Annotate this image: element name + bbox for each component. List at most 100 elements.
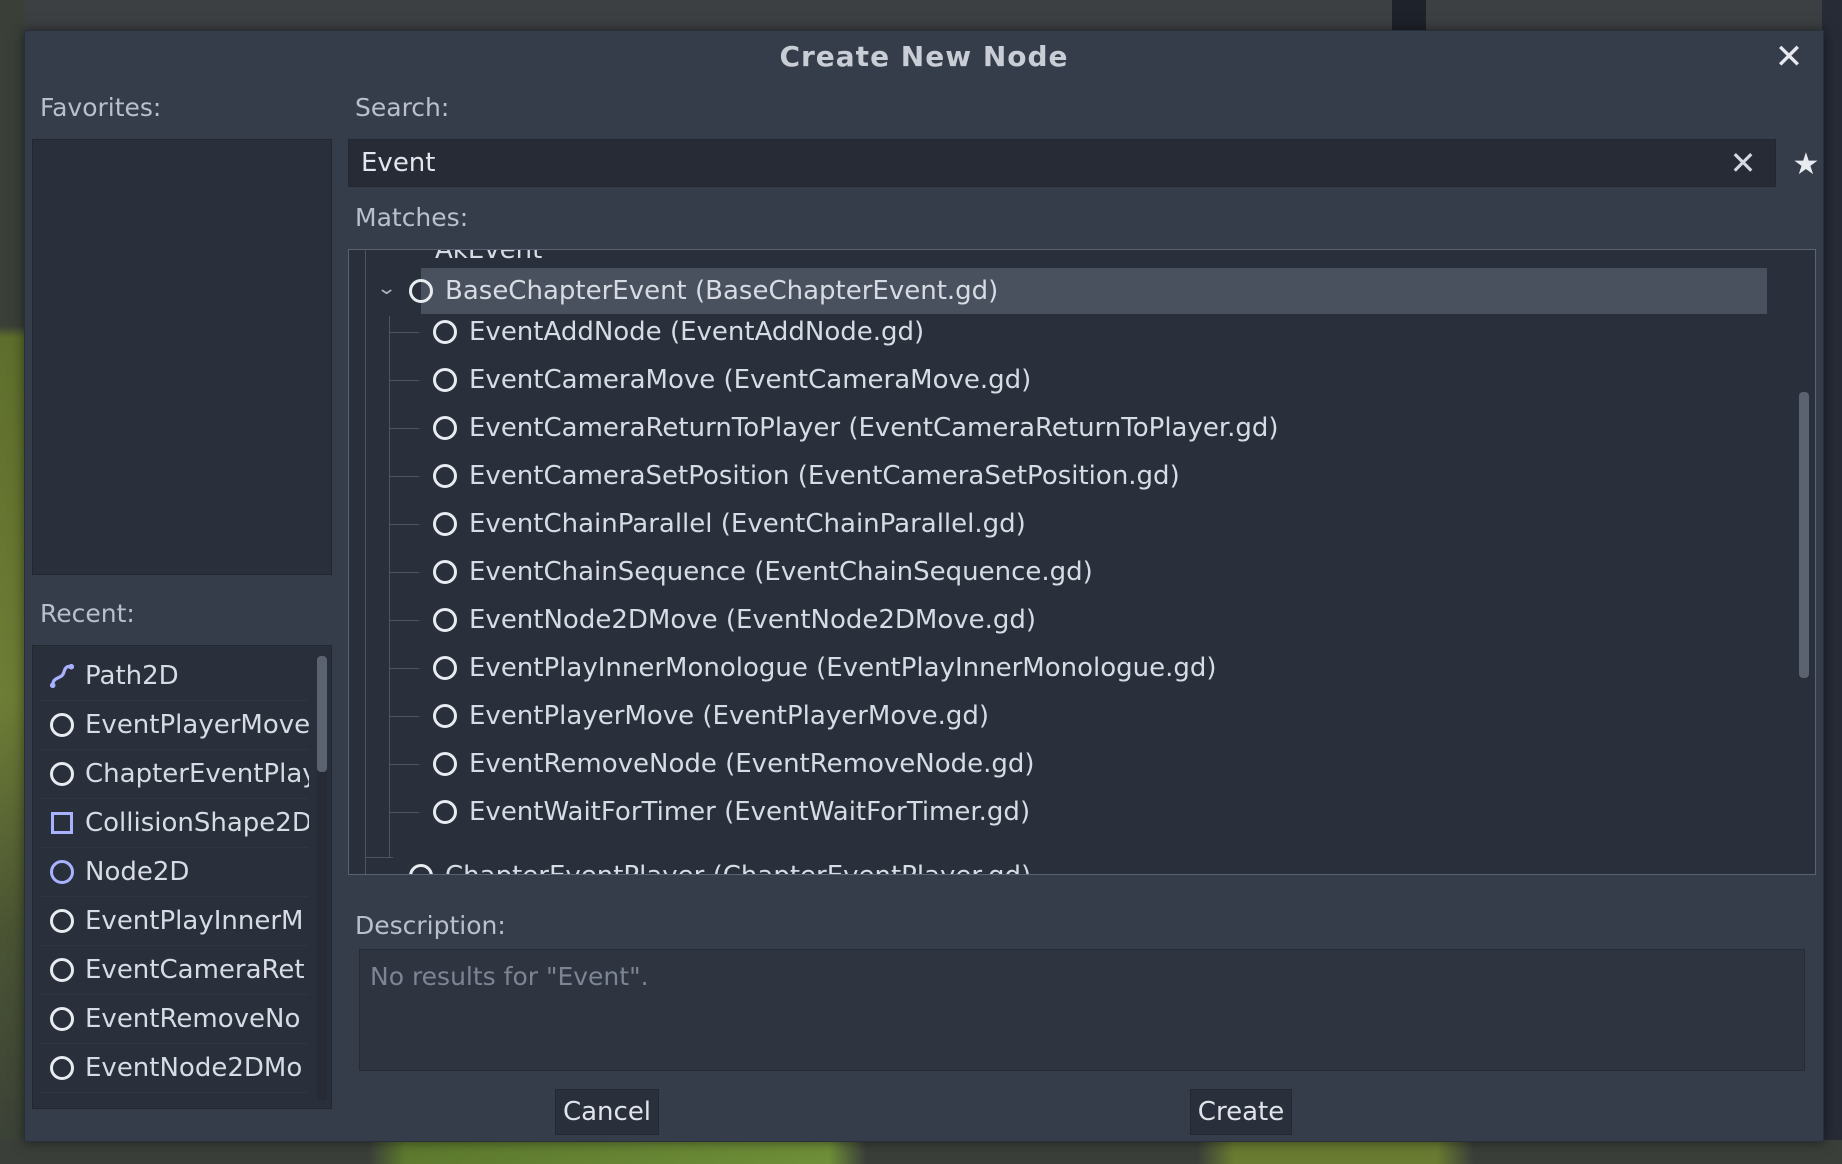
recent-item[interactable]: CollisionShape2D (41, 799, 309, 848)
tree-guide-line (389, 332, 419, 333)
tree-guide-line (389, 620, 419, 621)
script-node-icon (49, 1006, 75, 1032)
collision-shape-icon (49, 810, 75, 836)
tree-guide-line (389, 524, 419, 525)
recent-item-label: ChapterEventPlay (85, 759, 309, 789)
script-node-icon (433, 512, 457, 536)
tree-item-label: AkEvent (435, 249, 543, 265)
script-node-icon (433, 752, 457, 776)
search-label: Search: (355, 93, 450, 122)
tree-item[interactable]: EventAddNode (EventAddNode.gd) (433, 310, 924, 354)
script-node-icon (49, 761, 75, 787)
tree-item[interactable]: EventChainSequence (EventChainSequence.g… (433, 550, 1093, 594)
script-node-icon (433, 800, 457, 824)
recent-scrollbar-thumb[interactable] (317, 656, 327, 772)
recent-scrollbar[interactable] (317, 656, 327, 1100)
script-node-icon (433, 368, 457, 392)
tree-guide-line (389, 812, 419, 813)
tree-guide-line (389, 764, 419, 765)
description-text: No results for "Event". (370, 962, 649, 991)
script-node-icon (49, 712, 75, 738)
clear-icon: ✕ (1729, 144, 1757, 182)
script-node-icon (49, 957, 75, 983)
recent-item[interactable]: EventRemoveNo (41, 995, 309, 1044)
recent-item-label: EventRemoveNo (85, 1004, 301, 1034)
recent-item[interactable]: EventCameraRet (41, 946, 309, 995)
recent-item[interactable]: Node2D (41, 848, 309, 897)
tree-item-label: EventChainSequence (EventChainSequence.g… (469, 557, 1093, 587)
description-box: No results for "Event". (359, 949, 1805, 1071)
recent-item[interactable]: EventNode2DMo (41, 1044, 309, 1093)
script-node-icon (433, 704, 457, 728)
close-icon: ✕ (1774, 37, 1804, 77)
dialog-title: Create New Node (779, 39, 1069, 73)
tree-item[interactable]: EventPlayerMove (EventPlayerMove.gd) (433, 694, 989, 738)
tree-item-label: EventCameraSetPosition (EventCameraSetPo… (469, 461, 1180, 491)
tree-item-label: EventRemoveNode (EventRemoveNode.gd) (469, 749, 1035, 779)
tree-guide-line (389, 428, 419, 429)
recent-item[interactable]: ChapterEventPlay (41, 750, 309, 799)
create-node-dialog: Create New Node ✕ Favorites: Recent: Pat… (24, 30, 1824, 1142)
recent-item[interactable]: EventPlayInnerM (41, 897, 309, 946)
recent-label: Recent: (40, 599, 135, 628)
clear-search-button[interactable]: ✕ (1723, 144, 1763, 182)
script-node-icon (409, 279, 433, 303)
create-button[interactable]: Create (1190, 1089, 1292, 1135)
matches-tree: AkEvent ⌄ BaseChapterEvent (BaseChapterE… (348, 249, 1816, 875)
tree-guide-line (365, 857, 393, 858)
tree-item-label: EventPlayerMove (EventPlayerMove.gd) (469, 701, 990, 731)
script-node-icon (409, 864, 433, 874)
tree-item-selected[interactable]: BaseChapterEvent (BaseChapterEvent.gd) (409, 269, 998, 313)
tree-item-label: EventCameraMove (EventCameraMove.gd) (469, 365, 1032, 395)
tree-guide-line (389, 716, 419, 717)
path2d-icon (49, 663, 75, 689)
recent-item[interactable]: Path2D (41, 652, 309, 701)
script-node-icon (49, 908, 75, 934)
tree-item-label: ChapterEventPlayer (ChapterEventPlayer.g… (445, 861, 1031, 874)
tree-item-label: EventPlayInnerMonologue (EventPlayInnerM… (469, 653, 1217, 683)
search-field[interactable]: ✕ (348, 139, 1776, 187)
matches-scrollbar[interactable] (1799, 262, 1809, 862)
script-node-icon (433, 416, 457, 440)
tree-item-partial[interactable]: ChapterEventPlayer (ChapterEventPlayer.g… (409, 854, 1031, 874)
editor-background-bottom (0, 1140, 1842, 1164)
tree-item[interactable]: EventRemoveNode (EventRemoveNode.gd) (433, 742, 1035, 786)
tree-item[interactable]: EventCameraReturnToPlayer (EventCameraRe… (433, 406, 1279, 450)
tree-item-label: EventChainParallel (EventChainParallel.g… (469, 509, 1026, 539)
tree-item[interactable]: EventPlayInnerMonologue (EventPlayInnerM… (433, 646, 1217, 690)
tree-item[interactable]: EventNode2DMove (EventNode2DMove.gd) (433, 598, 1036, 642)
tree-guide-line (365, 250, 366, 874)
star-icon: ★ (1792, 146, 1820, 182)
editor-background-top (0, 0, 1842, 30)
tree-item[interactable]: EventChainParallel (EventChainParallel.g… (433, 502, 1026, 546)
cancel-button[interactable]: Cancel (555, 1089, 659, 1135)
recent-item[interactable]: EventPlayerMove (41, 701, 309, 750)
chevron-down-icon[interactable]: ⌄ (376, 278, 397, 299)
tree-guide-line (389, 572, 419, 573)
tree-item-label: EventNode2DMove (EventNode2DMove.gd) (469, 605, 1037, 635)
matches-scrollbar-thumb[interactable] (1799, 392, 1809, 678)
script-node-icon (433, 608, 457, 632)
favorites-list[interactable] (32, 139, 332, 575)
script-node-icon (433, 320, 457, 344)
tree-item[interactable]: EventCameraSetPosition (EventCameraSetPo… (433, 454, 1180, 498)
script-node-icon (433, 560, 457, 584)
tree-item[interactable]: EventWaitForTimer (EventWaitForTimer.gd) (433, 790, 1030, 834)
editor-background-divider (1392, 0, 1426, 30)
tree-item[interactable]: EventCameraMove (EventCameraMove.gd) (433, 358, 1031, 402)
tree-item-label: EventAddNode (EventAddNode.gd) (469, 317, 925, 347)
favorites-label: Favorites: (40, 93, 162, 122)
recent-item-label: Node2D (85, 857, 190, 887)
favorite-button[interactable]: ★ (1783, 141, 1829, 187)
script-node-icon (433, 464, 457, 488)
node2d-icon (49, 859, 75, 885)
matches-label: Matches: (355, 203, 469, 232)
description-label: Description: (355, 911, 506, 940)
recent-item-label: EventPlayerMove (85, 710, 309, 740)
tree-item-label: EventCameraReturnToPlayer (EventCameraRe… (469, 413, 1279, 443)
script-node-icon (433, 656, 457, 680)
close-button[interactable]: ✕ (1769, 37, 1809, 77)
editor-background-left (0, 0, 24, 1164)
recent-item-label: Path2D (85, 661, 179, 691)
search-input[interactable] (361, 148, 1723, 178)
